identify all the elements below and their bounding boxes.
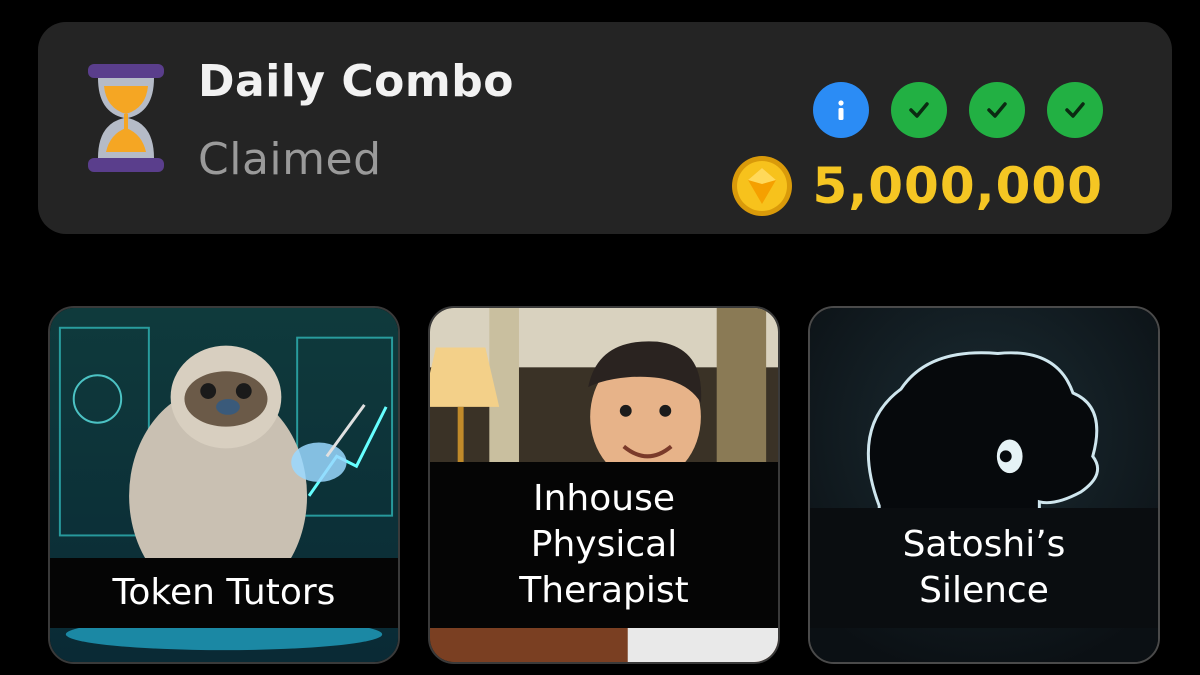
checkmark-icon: [1047, 82, 1103, 138]
card-label-token-tutors: Token Tutors: [50, 558, 398, 628]
daily-combo-card: Daily Combo Claimed 5,000,000: [38, 22, 1172, 234]
checkmark-icon: [891, 82, 947, 138]
info-icon[interactable]: [813, 82, 869, 138]
gold-coin-icon: [732, 156, 793, 216]
card-label-satoshis-silence: Satoshi’s Silence: [810, 508, 1158, 628]
progress-badges: [813, 82, 1103, 138]
combo-card-token-tutors[interactable]: Token Tutors: [48, 306, 400, 664]
combo-status: Claimed: [198, 134, 382, 185]
hourglass-icon: [88, 64, 164, 172]
reward-amount-row: 5,000,000: [730, 154, 1103, 218]
combo-card-satoshis-silence[interactable]: Satoshi’s Silence: [808, 306, 1160, 664]
card-label-inhouse-physical-therapist: Inhouse Physical Therapist: [430, 462, 778, 628]
combo-title: Daily Combo: [198, 56, 514, 107]
reward-amount: 5,000,000: [812, 157, 1103, 215]
checkmark-icon: [969, 82, 1025, 138]
combo-card-inhouse-physical-therapist[interactable]: Inhouse Physical Therapist: [428, 306, 780, 664]
daily-combo-screen: Daily Combo Claimed 5,000,000 Token Tuto…: [0, 0, 1200, 675]
